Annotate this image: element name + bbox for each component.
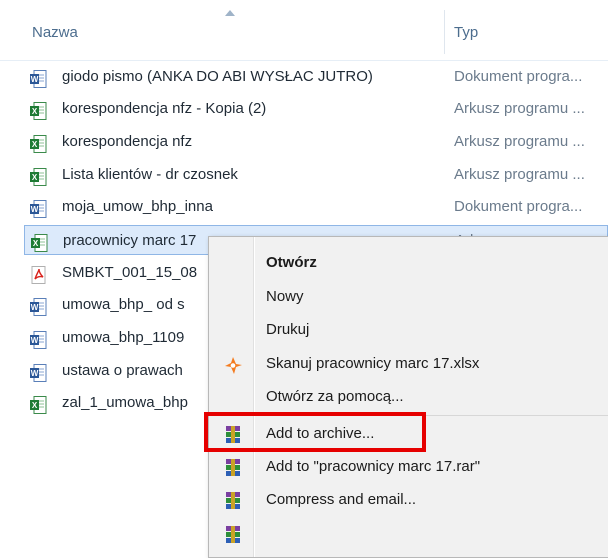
- excel-sheet-icon: X: [30, 167, 47, 186]
- svg-text:W: W: [31, 205, 39, 214]
- file-row[interactable]: Wgiodo pismo (ANKA DO ABI WYSŁAC JUTRO) D…: [24, 62, 608, 92]
- file-row[interactable]: Wmoja_umow_bhp_inna Dokument progra...: [24, 192, 608, 222]
- word-doc-icon: W: [30, 297, 47, 316]
- menu-item-print-label: Drukuj: [266, 321, 310, 338]
- word-doc-icon: W: [30, 199, 47, 218]
- file-name: Lista klientów - dr czosnek: [62, 166, 238, 183]
- file-type: Dokument progra...: [454, 68, 583, 85]
- column-divider[interactable]: [444, 10, 445, 54]
- file-type: Arkusz programu ...: [454, 133, 585, 150]
- file-name: pracownicy marc 17: [63, 232, 197, 249]
- menu-item-new[interactable]: Nowy: [209, 281, 608, 313]
- file-row[interactable]: Xkorespondencja nfz - Kopia (2) Arkusz pr…: [24, 94, 608, 124]
- file-name: korespondencja nfz - Kopia (2): [62, 100, 267, 117]
- menu-item-compress-email[interactable]: Compress and email...: [209, 484, 608, 516]
- menu-item-open-with[interactable]: Otwórz za pomocą...: [209, 381, 608, 413]
- svg-text:X: X: [33, 239, 39, 248]
- menu-item-new-label: Nowy: [266, 288, 304, 305]
- file-row[interactable]: X Lista klientów - dr czosnek Arkusz progr…: [24, 160, 608, 190]
- file-row[interactable]: Xkorespondencja nfz Arkusz programu ...: [24, 127, 608, 157]
- winrar-archive-icon: [226, 492, 240, 509]
- column-header-name[interactable]: Nazwa: [32, 24, 78, 41]
- context-menu: Otwórz Nowy Drukuj Skanuj pracownicy mar…: [208, 236, 608, 558]
- svg-text:W: W: [31, 369, 39, 378]
- file-name: umowa_bhp_1109: [62, 329, 185, 346]
- menu-item-open-label: Otwórz: [266, 254, 317, 271]
- column-header-type[interactable]: Typ: [454, 24, 478, 41]
- svg-text:X: X: [32, 107, 38, 116]
- menu-item-add-to-rar-label: Add to "pracownicy marc 17.rar": [266, 458, 481, 475]
- word-doc-icon: W: [30, 69, 47, 88]
- file-name: ustawa o prawach: [62, 362, 183, 379]
- word-doc-icon: W: [30, 330, 47, 349]
- file-name: SMBKT_001_15_08: [62, 264, 198, 281]
- annotation-highlight-box: [204, 412, 426, 452]
- avast-scan-icon: [225, 357, 242, 374]
- file-type: Arkusz programu ...: [454, 100, 585, 117]
- excel-sheet-icon: X: [30, 134, 47, 153]
- menu-item-scan-label: Skanuj pracownicy marc 17.xlsx: [266, 355, 480, 372]
- excel-sheet-icon: X: [30, 395, 47, 414]
- menu-item-print[interactable]: Drukuj: [209, 314, 608, 346]
- pdf-icon: [30, 265, 47, 284]
- column-header-bar: Nazwa Typ: [0, 0, 608, 61]
- file-name: giodo pismo (ANKA DO ABI WYSŁAC JUTRO): [62, 68, 373, 85]
- word-doc-icon: W: [30, 363, 47, 382]
- menu-item-compress-email-label: Compress and email...: [266, 491, 417, 508]
- menu-item-open[interactable]: Otwórz: [209, 247, 608, 279]
- svg-text:W: W: [31, 75, 39, 84]
- winrar-archive-icon: [226, 459, 240, 476]
- svg-text:X: X: [32, 140, 38, 149]
- file-name: moja_umow_bhp_inna: [62, 198, 213, 215]
- file-name: zal_1_umowa_bhp: [62, 394, 188, 411]
- file-type: Dokument progra...: [454, 198, 583, 215]
- menu-item-scan[interactable]: Skanuj pracownicy marc 17.xlsx: [209, 348, 608, 380]
- excel-sheet-icon: X: [30, 101, 47, 120]
- menu-item-add-to-rar[interactable]: Add to "pracownicy marc 17.rar": [209, 451, 608, 483]
- svg-text:X: X: [32, 173, 38, 182]
- winrar-archive-icon: [226, 526, 240, 543]
- file-type: Arkusz programu ...: [454, 166, 585, 183]
- svg-text:X: X: [32, 401, 38, 410]
- file-name: korespondencja nfz: [62, 133, 193, 150]
- file-name: umowa_bhp_ od s: [62, 296, 185, 313]
- svg-text:W: W: [31, 336, 39, 345]
- sort-ascending-icon: [225, 10, 235, 16]
- svg-text:W: W: [31, 303, 39, 312]
- menu-item-partial[interactable]: [209, 518, 608, 550]
- menu-item-open-with-label: Otwórz za pomocą...: [266, 388, 404, 405]
- excel-sheet-icon: X: [31, 233, 48, 252]
